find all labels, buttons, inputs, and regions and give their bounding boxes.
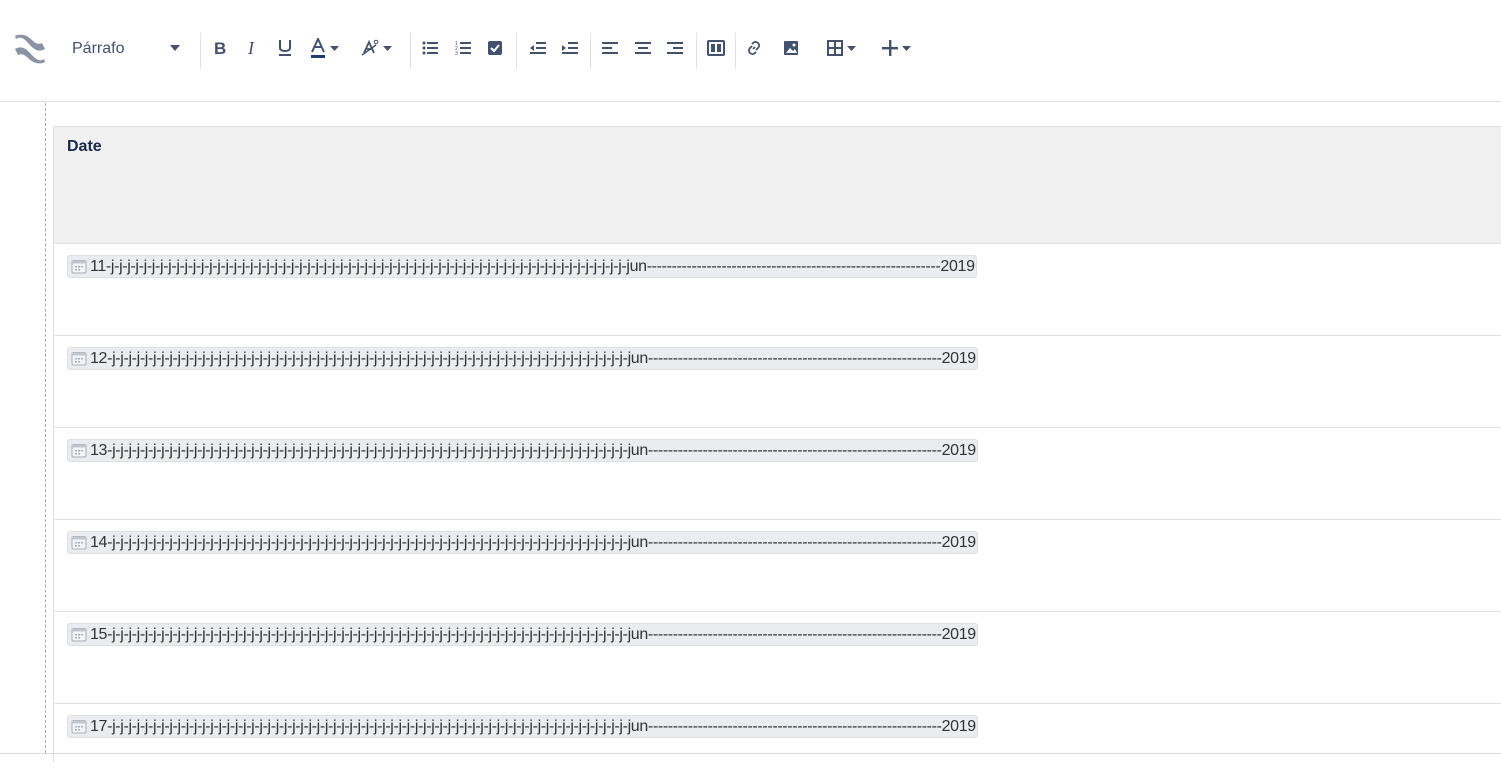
- editor-bottom-border: [0, 753, 1501, 754]
- image-icon: [784, 41, 798, 55]
- outdent-button[interactable]: [527, 37, 547, 59]
- calendar-icon: [71, 352, 87, 366]
- table-icon: [826, 40, 843, 56]
- chevron-down-icon: [170, 45, 180, 51]
- chevron-down-icon: [901, 45, 911, 51]
- table-header-label: Date: [67, 138, 102, 155]
- bullet-list-icon: [422, 41, 438, 55]
- table-row[interactable]: 15-j-j-j-j-j-j-j-j-j-j-j-j-j-j-j-j-j-j-j…: [53, 611, 1501, 703]
- content-table: Date 11-j-j-j-j-j-j-j-j-j-j-j-j-j-j-j-j-…: [53, 126, 1501, 763]
- svg-text:I: I: [247, 40, 255, 56]
- chevron-down-icon: [382, 45, 392, 51]
- align-left-button[interactable]: [600, 37, 620, 59]
- align-right-icon: [667, 42, 683, 54]
- align-left-icon: [602, 42, 618, 54]
- date-lozenge[interactable]: 15-j-j-j-j-j-j-j-j-j-j-j-j-j-j-j-j-j-j-j…: [67, 623, 978, 646]
- date-text: 15-j-j-j-j-j-j-j-j-j-j-j-j-j-j-j-j-j-j-j…: [90, 625, 976, 643]
- plus-icon: [881, 40, 898, 56]
- chevron-down-icon: [329, 45, 339, 51]
- numbered-list-button[interactable]: 123: [453, 37, 473, 59]
- bullet-list-button[interactable]: [420, 37, 440, 59]
- table-row[interactable]: 17-j-j-j-j-j-j-j-j-j-j-j-j-j-j-j-j-j-j-j…: [53, 703, 1501, 763]
- date-text: 12-j-j-j-j-j-j-j-j-j-j-j-j-j-j-j-j-j-j-j…: [90, 349, 976, 367]
- calendar-icon: [71, 444, 87, 458]
- calendar-icon: [71, 536, 87, 550]
- align-right-button[interactable]: [665, 37, 685, 59]
- confluence-logo-icon[interactable]: [12, 31, 48, 67]
- svg-text:3: 3: [455, 51, 458, 55]
- layout-columns-icon: [707, 40, 725, 56]
- insert-more-button[interactable]: [878, 37, 914, 59]
- toolbar-separator: [516, 33, 517, 69]
- toolbar-separator: [696, 33, 697, 69]
- date-lozenge[interactable]: 14-j-j-j-j-j-j-j-j-j-j-j-j-j-j-j-j-j-j-j…: [67, 531, 978, 554]
- toolbar-separator: [200, 33, 201, 69]
- calendar-icon: [71, 720, 87, 734]
- calendar-icon: [71, 260, 87, 274]
- italic-button[interactable]: I: [243, 37, 263, 59]
- underline-icon: [279, 40, 291, 56]
- date-text: 14-j-j-j-j-j-j-j-j-j-j-j-j-j-j-j-j-j-j-j…: [90, 533, 976, 551]
- table-row[interactable]: 11-j-j-j-j-j-j-j-j-j-j-j-j-j-j-j-j-j-j-j…: [53, 243, 1501, 335]
- date-text: 13-j-j-j-j-j-j-j-j-j-j-j-j-j-j-j-j-j-j-j…: [90, 441, 976, 459]
- bold-button[interactable]: B: [210, 37, 230, 59]
- date-lozenge[interactable]: 11-j-j-j-j-j-j-j-j-j-j-j-j-j-j-j-j-j-j-j…: [67, 255, 977, 278]
- link-icon: [747, 40, 761, 56]
- date-text: 17-j-j-j-j-j-j-j-j-j-j-j-j-j-j-j-j-j-j-j…: [90, 717, 976, 735]
- page-layout-button[interactable]: [706, 37, 726, 59]
- insert-link-button[interactable]: [744, 37, 764, 59]
- indent-icon: [561, 42, 578, 54]
- calendar-icon: [71, 628, 87, 642]
- text-effects-button[interactable]: [357, 37, 395, 59]
- table-header-date[interactable]: Date: [53, 126, 1501, 243]
- paragraph-style-label: Párrafo: [72, 40, 125, 57]
- chevron-down-icon: [846, 45, 856, 51]
- table-body: 11-j-j-j-j-j-j-j-j-j-j-j-j-j-j-j-j-j-j-j…: [53, 243, 1501, 763]
- page-margin-guide: [45, 103, 46, 753]
- svg-text:B: B: [214, 40, 226, 56]
- insert-image-button[interactable]: [781, 37, 801, 59]
- indent-button[interactable]: [559, 37, 579, 59]
- task-list-button[interactable]: [485, 37, 505, 59]
- insert-table-button[interactable]: [824, 37, 858, 59]
- date-lozenge[interactable]: 12-j-j-j-j-j-j-j-j-j-j-j-j-j-j-j-j-j-j-j…: [67, 347, 978, 370]
- table-row[interactable]: 14-j-j-j-j-j-j-j-j-j-j-j-j-j-j-j-j-j-j-j…: [53, 519, 1501, 611]
- text-color-button[interactable]: [306, 37, 342, 59]
- toolbar-separator: [590, 33, 591, 69]
- checkbox-icon: [488, 41, 502, 55]
- editor-toolbar: Párrafo B I 123: [0, 0, 1501, 102]
- date-lozenge[interactable]: 17-j-j-j-j-j-j-j-j-j-j-j-j-j-j-j-j-j-j-j…: [67, 715, 978, 738]
- toolbar-separator: [735, 33, 736, 69]
- date-text: 11-j-j-j-j-j-j-j-j-j-j-j-j-j-j-j-j-j-j-j…: [90, 257, 975, 275]
- clear-formatting-icon: [361, 39, 378, 56]
- date-lozenge[interactable]: 13-j-j-j-j-j-j-j-j-j-j-j-j-j-j-j-j-j-j-j…: [67, 439, 978, 462]
- align-center-icon: [635, 42, 651, 54]
- bold-icon: B: [214, 40, 226, 56]
- text-color-icon: [310, 38, 325, 58]
- numbered-list-icon: 123: [455, 41, 471, 55]
- italic-icon: I: [247, 40, 255, 56]
- underline-button[interactable]: [275, 37, 295, 59]
- align-center-button[interactable]: [633, 37, 653, 59]
- paragraph-style-select[interactable]: Párrafo: [62, 36, 188, 62]
- toolbar-separator: [410, 33, 411, 69]
- table-row[interactable]: 12-j-j-j-j-j-j-j-j-j-j-j-j-j-j-j-j-j-j-j…: [53, 335, 1501, 427]
- outdent-icon: [529, 42, 546, 54]
- table-row[interactable]: 13-j-j-j-j-j-j-j-j-j-j-j-j-j-j-j-j-j-j-j…: [53, 427, 1501, 519]
